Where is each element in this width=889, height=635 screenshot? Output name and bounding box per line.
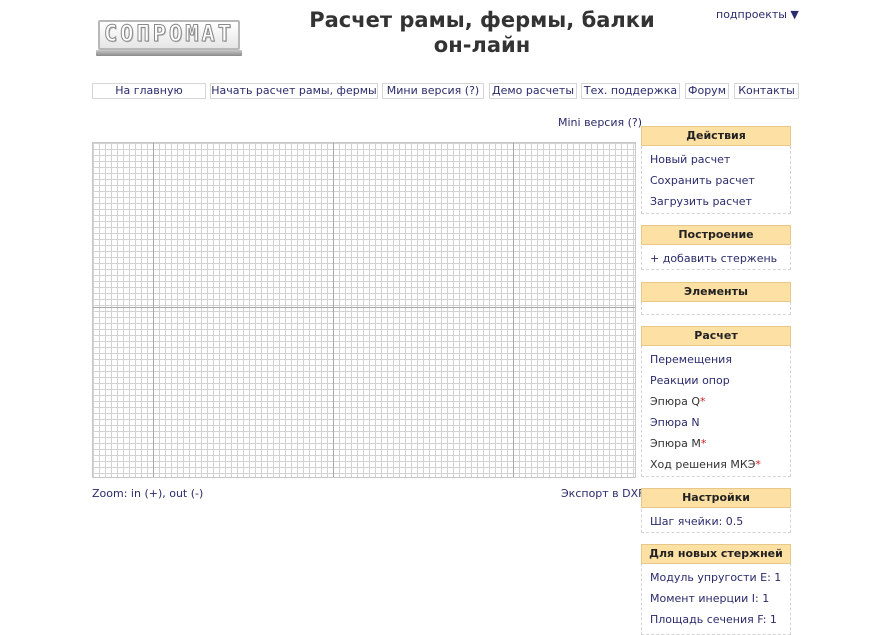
- logo[interactable]: СОПРОМАТ: [96, 16, 242, 58]
- nav-demo[interactable]: Демо расчеты: [489, 83, 577, 99]
- new-calculation-link[interactable]: Новый расчет: [642, 149, 790, 170]
- logo-beam: [96, 50, 242, 56]
- panel-build-title: Построение: [641, 225, 791, 245]
- page-title-line2: он-лайн: [433, 33, 531, 57]
- nav-home[interactable]: На главную: [92, 83, 206, 99]
- panel-new-rods: Для новых стержней Модуль упругости E: 1…: [641, 544, 791, 635]
- logo-text: СОПРОМАТ: [98, 20, 240, 50]
- zoom-hint: Zoom: in (+), out (-): [92, 487, 204, 500]
- diagram-m-link[interactable]: Эпюра M: [650, 437, 701, 450]
- panel-calculation-title: Расчет: [641, 326, 791, 346]
- diagram-m-row: Эпюра M*: [642, 433, 790, 454]
- grid-major-line: [153, 143, 154, 477]
- fem-solution-row: Ход решения МКЭ*: [642, 454, 790, 475]
- grid-major-line: [93, 307, 635, 308]
- nav-contacts[interactable]: Контакты: [734, 83, 799, 99]
- panel-actions: Действия Новый расчет Сохранить расчет З…: [641, 126, 791, 214]
- grid-major-line: [513, 143, 514, 477]
- panel-elements-title: Элементы: [641, 282, 791, 302]
- diagram-q-link[interactable]: Эпюра Q: [650, 395, 700, 408]
- page-title-line1: Расчет рамы, фермы, балки: [309, 8, 655, 32]
- panel-actions-title: Действия: [641, 126, 791, 146]
- panel-settings-title: Настройки: [641, 488, 791, 508]
- required-star: *: [755, 458, 761, 471]
- export-dxf-link[interactable]: Экспорт в DXF: [561, 487, 645, 500]
- diagram-n-link[interactable]: Эпюра N: [642, 412, 790, 433]
- nav-mini-version[interactable]: Мини версия (?): [382, 83, 484, 99]
- cell-step-setting[interactable]: Шаг ячейки: 0.5: [642, 511, 790, 532]
- required-star: *: [700, 437, 707, 450]
- panel-settings: Настройки Шаг ячейки: 0.5: [641, 488, 791, 533]
- moment-of-inertia-setting[interactable]: Момент инерции I: 1: [642, 588, 790, 609]
- save-calculation-link[interactable]: Сохранить расчет: [642, 170, 790, 191]
- grid-major-line: [333, 143, 334, 477]
- nav-support[interactable]: Тех. поддержка: [581, 83, 680, 99]
- add-rod-link[interactable]: + добавить стержень: [642, 248, 790, 269]
- page-title: Расчет рамы, фермы, балки он-лайн: [300, 8, 664, 58]
- drawing-canvas[interactable]: [92, 142, 636, 478]
- diagram-q-row: Эпюра Q*: [642, 391, 790, 412]
- cross-section-area-setting[interactable]: Площадь сечения F: 1: [642, 609, 790, 630]
- displacements-link[interactable]: Перемещения: [642, 349, 790, 370]
- mini-version-link[interactable]: Mini версия (?): [558, 116, 642, 129]
- nav-start-calculation[interactable]: Начать расчет рамы, фермы: [210, 83, 378, 99]
- panel-elements: Элементы: [641, 282, 791, 315]
- required-star: *: [700, 395, 706, 408]
- panel-calculation: Расчет Перемещения Реакции опор Эпюра Q*…: [641, 326, 791, 477]
- nav-forum[interactable]: Форум: [685, 83, 729, 99]
- support-reactions-link[interactable]: Реакции опор: [642, 370, 790, 391]
- load-calculation-link[interactable]: Загрузить расчет: [642, 191, 790, 212]
- elastic-modulus-setting[interactable]: Модуль упругости E: 1: [642, 567, 790, 588]
- subprojects-dropdown[interactable]: подпроекты ▼: [716, 8, 799, 21]
- panel-new-rods-title: Для новых стержней: [641, 544, 791, 564]
- fem-solution-link[interactable]: Ход решения МКЭ: [650, 458, 755, 471]
- panel-build: Построение + добавить стержень: [641, 225, 791, 270]
